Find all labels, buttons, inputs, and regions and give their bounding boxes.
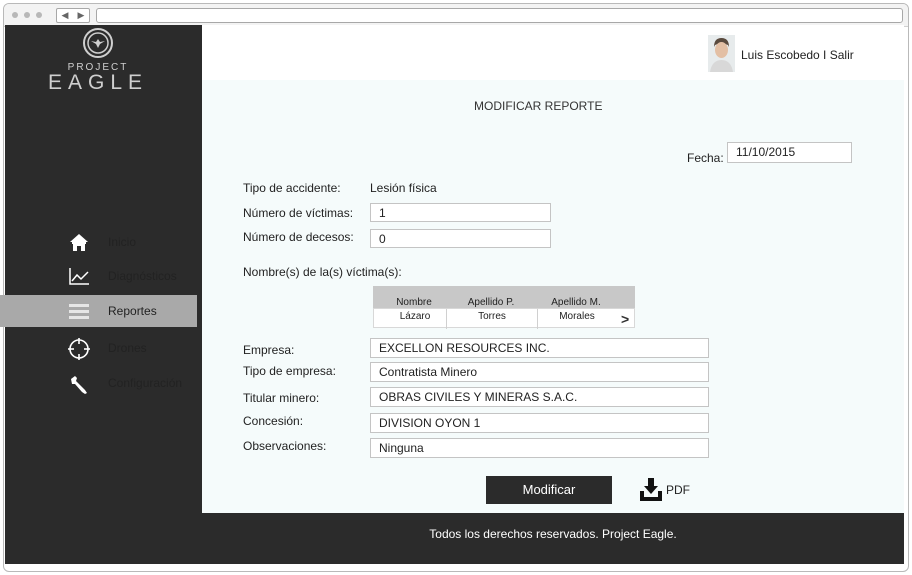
titular-minero-field[interactable]: OBRAS CIVILES Y MINERAS S.A.C. [370,387,709,407]
tipo-accidente-value: Lesión física [370,181,437,195]
fecha-label: Fecha: [687,151,724,165]
wrench-icon [68,373,90,394]
crosshair-icon [68,338,90,360]
tipo-empresa-field[interactable]: Contratista Minero [370,362,709,382]
num-decesos-field[interactable]: 0 [370,229,551,248]
sidebar-item-label: Configuración [108,376,183,390]
avatar[interactable] [708,35,735,72]
sidebar-item-inicio[interactable]: Inicio [0,226,197,258]
victims-table-header: Nombre Apellido P. Apellido M. [373,286,635,308]
observaciones-label: Observaciones: [243,439,327,453]
column-header-apellido-p: Apellido P. [467,297,515,308]
sidebar-item-diagnosticos[interactable]: Diagnósticos [0,260,197,292]
cell-apellido-p: Torres [478,311,506,322]
cell-apellido-m: Morales [559,311,595,322]
page-title: MODIFICAR REPORTE [474,99,603,113]
sidebar-item-label: Drones [108,341,147,355]
menu-lines-icon [68,301,90,321]
user-menu-link[interactable]: Luis Escobedo I Salir [741,48,854,62]
logo-eagle-text: EAGLE [48,71,149,94]
pdf-download-button[interactable]: PDF [638,476,698,504]
address-bar[interactable] [96,8,903,23]
titular-minero-label: Titular minero: [243,391,320,405]
observaciones-field[interactable]: Ninguna [370,438,709,458]
nombres-victimas-label: Nombre(s) de la(s) víctima(s): [243,265,402,279]
window-dot [36,12,42,18]
empresa-field[interactable]: EXCELLON RESOURCES INC. [370,338,709,358]
tipo-accidente-label: Tipo de accidente: [243,181,341,195]
download-icon [638,477,664,503]
chart-line-icon [68,266,90,286]
num-decesos-label: Número de decesos: [243,230,354,244]
back-arrow-icon[interactable]: ◀ [62,9,69,22]
modificar-button[interactable]: Modificar [486,476,612,504]
eagle-logo-icon [82,27,114,59]
fecha-field[interactable]: 11/10/2015 [727,142,852,163]
cell-nombre: Lázaro [399,311,431,322]
num-victimas-label: Número de víctimas: [243,206,354,220]
home-icon [68,232,90,252]
concesion-field[interactable]: DIVISION OYON 1 [370,413,709,433]
column-header-nombre: Nombre [396,297,432,308]
tipo-empresa-label: Tipo de empresa: [243,364,336,378]
num-victimas-field[interactable]: 1 [370,203,551,222]
column-header-apellido-m: Apellido M. [551,297,601,308]
table-row[interactable]: Lázaro Torres Morales > [373,308,635,329]
column-divider [446,309,447,329]
sidebar-item-configuracion[interactable]: Configuración [0,367,197,399]
sidebar-item-label: Reportes [108,304,157,318]
next-arrow-icon[interactable]: > [621,311,629,327]
window-dot [24,12,30,18]
footer: Todos los derechos reservados. Project E… [202,513,904,564]
concesion-label: Concesión: [243,414,304,428]
sidebar-item-label: Inicio [108,235,137,249]
logo: PROJECT EAGLE [48,27,148,93]
sidebar-item-label: Diagnósticos [108,269,177,283]
pdf-label: PDF [666,483,690,497]
empresa-label: Empresa: [243,343,295,357]
sidebar-item-drones[interactable]: Drones [0,332,197,364]
browser-titlebar: ◀ ▶ [4,4,908,27]
victims-table: Nombre Apellido P. Apellido M. Lázaro To… [373,286,635,329]
browser-nav-buttons[interactable]: ◀ ▶ [56,8,90,23]
footer-text: Todos los derechos reservados. Project E… [429,527,677,541]
sidebar-item-reportes[interactable]: Reportes [0,295,197,327]
forward-arrow-icon[interactable]: ▶ [78,9,85,22]
window-dot [12,12,18,18]
